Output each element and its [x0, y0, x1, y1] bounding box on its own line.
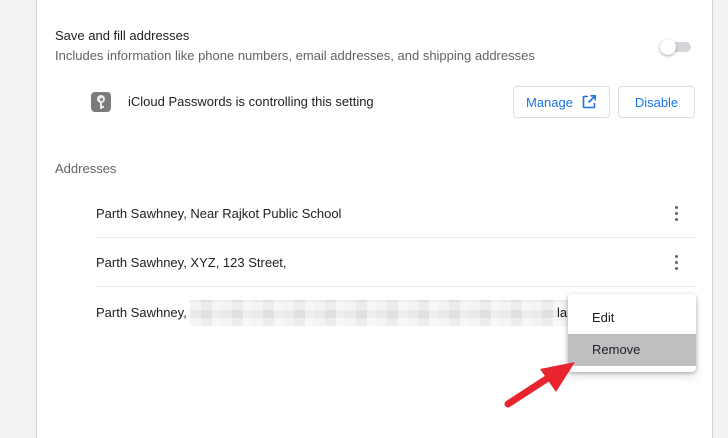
- more-actions-icon[interactable]: [667, 252, 687, 272]
- redacted-blur: [190, 300, 568, 326]
- managed-setting-text: iCloud Passwords is controlling this set…: [128, 94, 374, 109]
- annotation-arrow-icon: [504, 362, 575, 408]
- more-actions-icon[interactable]: [667, 203, 687, 223]
- manage-label: Manage: [526, 94, 573, 110]
- key-icon: [91, 92, 111, 112]
- disable-button[interactable]: Disable: [618, 86, 695, 118]
- menu-item-edit[interactable]: Edit: [568, 302, 696, 334]
- address-text: Parth Sawhney, XYZ, 123 Street,: [96, 255, 287, 270]
- addresses-heading: Addresses: [55, 161, 117, 176]
- manage-button[interactable]: Manage: [513, 86, 610, 118]
- address-text-tail: la: [557, 305, 568, 320]
- save-addresses-toggle[interactable]: [660, 38, 692, 55]
- address-text: Parth Sawhney, Near Rajkot Public School: [96, 206, 342, 221]
- address-row: Parth Sawhney, Near Rajkot Public School: [96, 189, 696, 238]
- address-row: Parth Sawhney, XYZ, 123 Street,: [96, 238, 696, 287]
- open-in-new-icon: [582, 95, 596, 109]
- toggle-knob: [660, 39, 676, 55]
- setting-title: Save and fill addresses: [55, 28, 190, 43]
- address-text: Parth Sawhney,: [96, 305, 187, 320]
- setting-subtitle: Includes information like phone numbers,…: [55, 48, 535, 63]
